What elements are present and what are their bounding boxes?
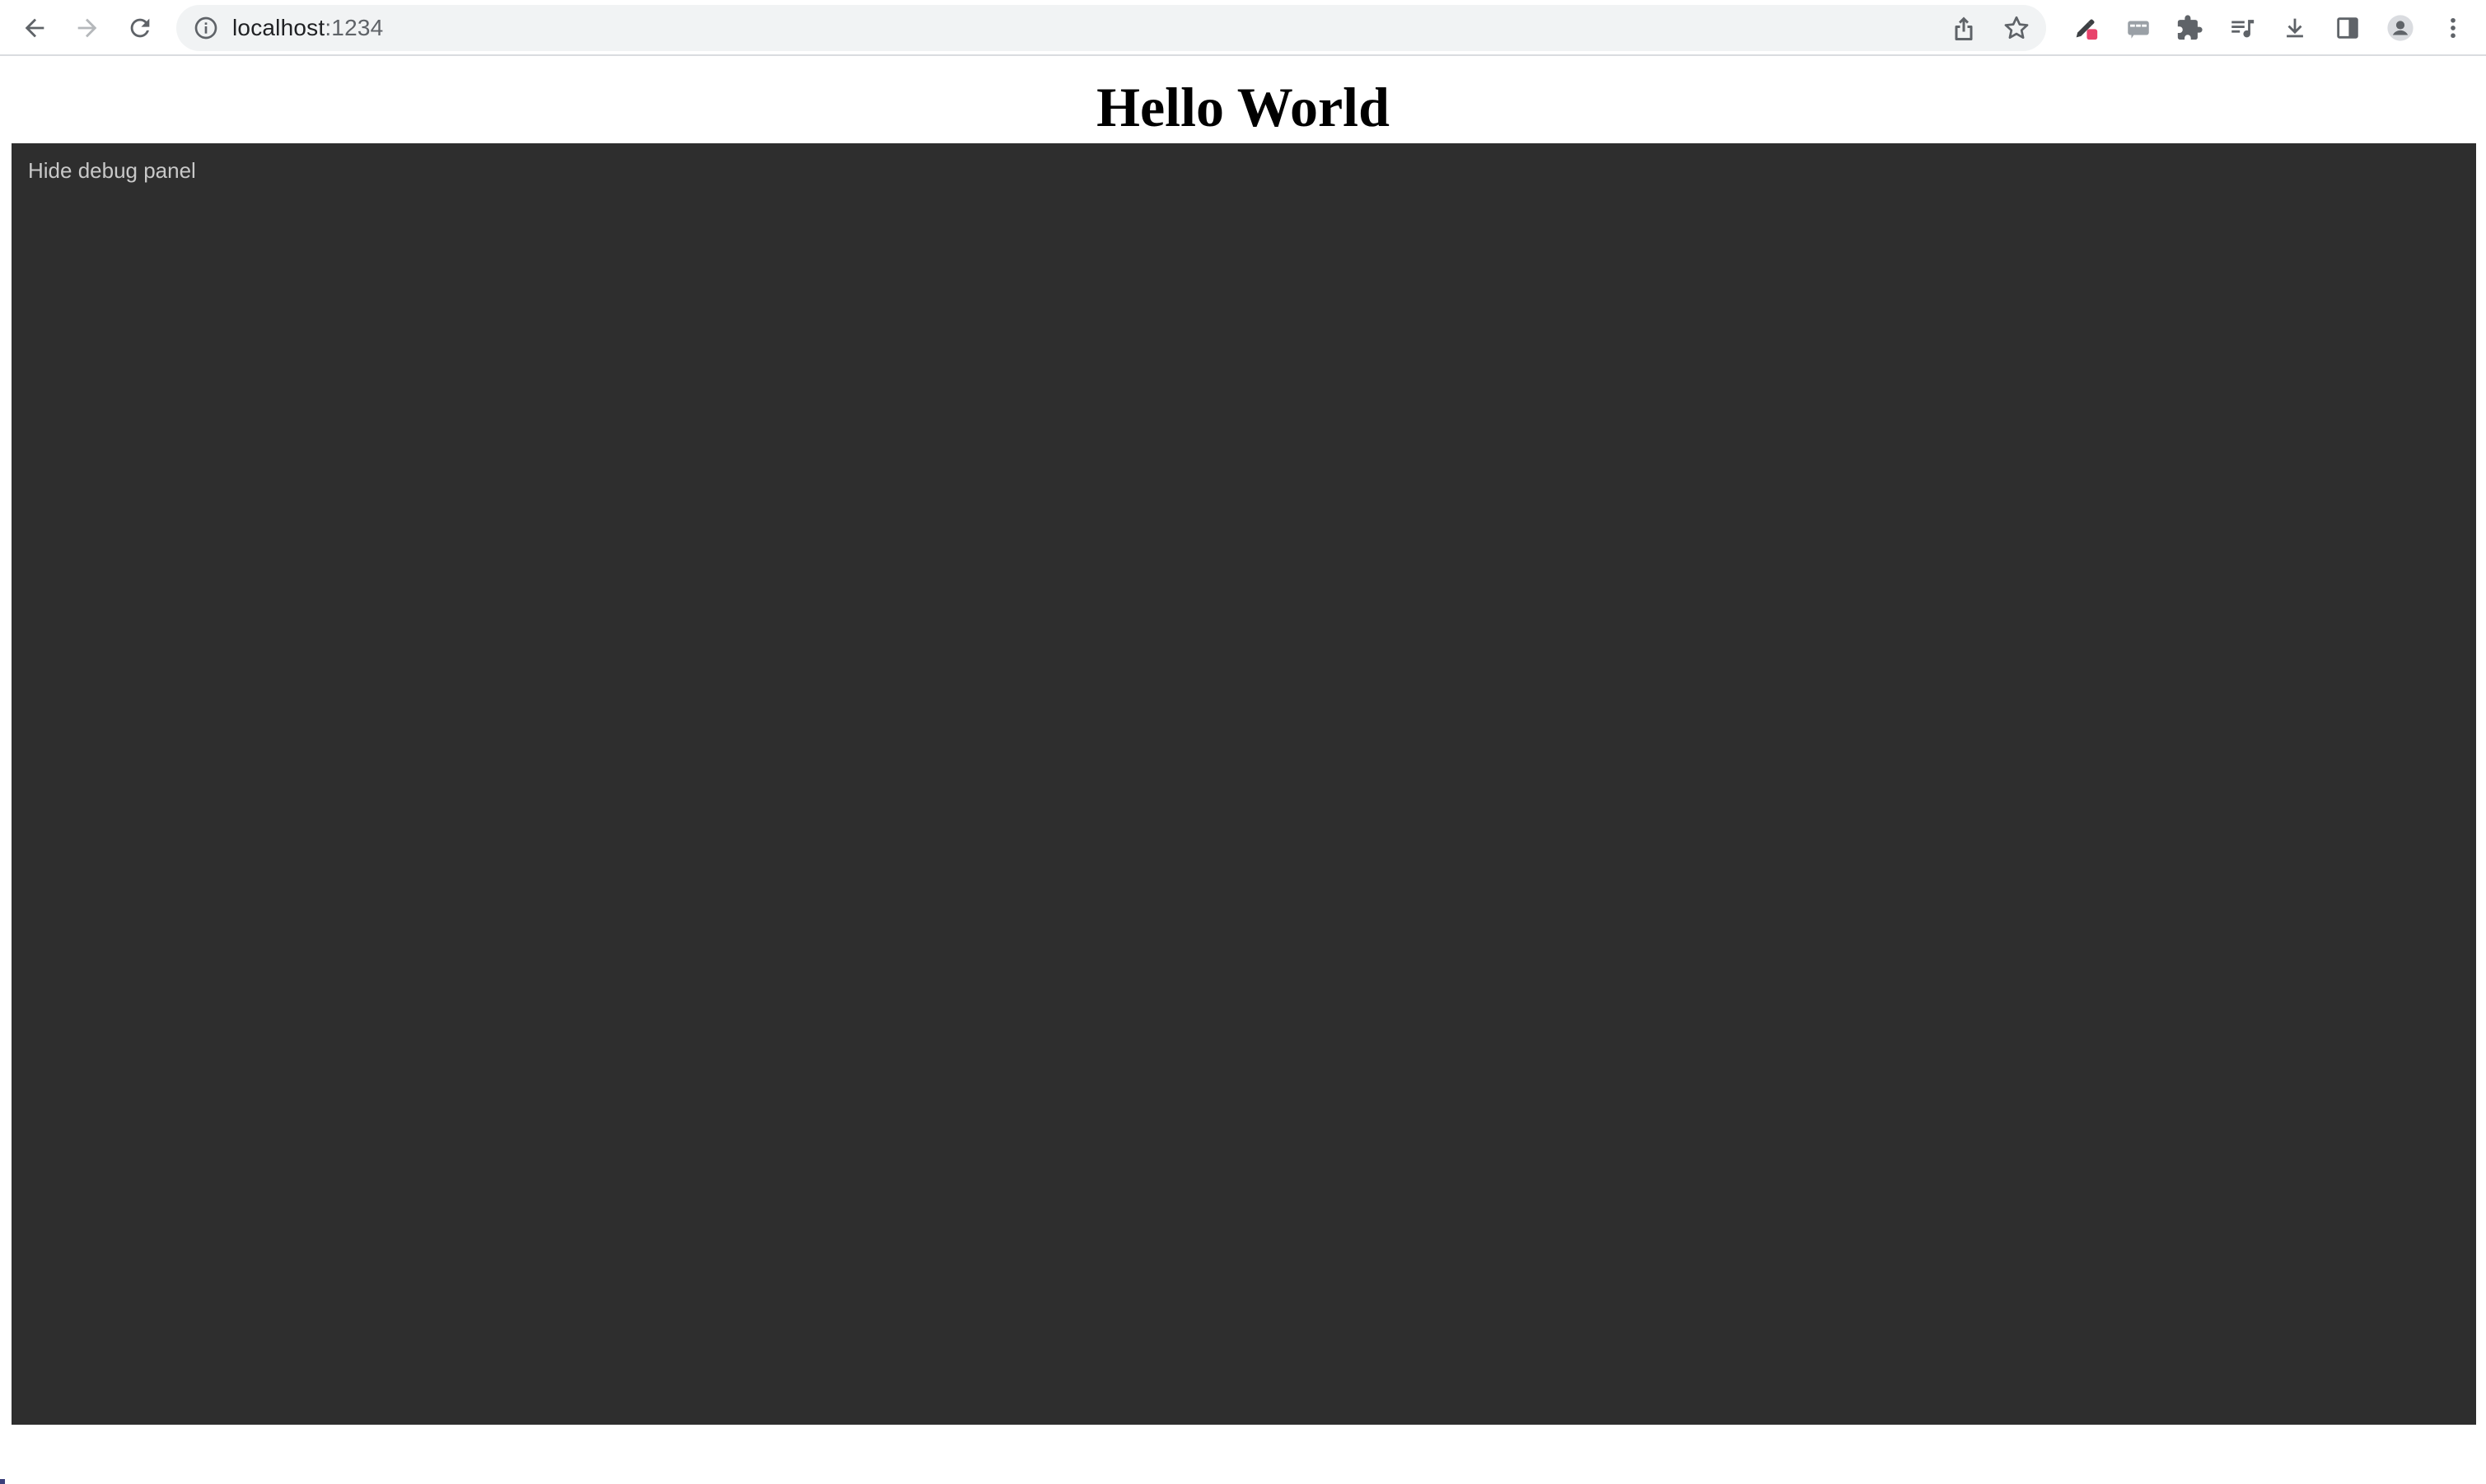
captions-extension-button[interactable]	[2119, 8, 2158, 48]
side-panel-button[interactable]	[2328, 8, 2367, 48]
reload-icon	[130, 18, 150, 38]
browser-menu-button[interactable]	[2433, 8, 2473, 48]
share-icon[interactable]	[1949, 13, 1979, 43]
window-corner	[0, 1479, 5, 1484]
downloads-button[interactable]	[2275, 8, 2315, 48]
hide-debug-panel-button[interactable]: Hide debug panel	[28, 158, 196, 184]
debug-panel: Hide debug panel	[12, 143, 2476, 1425]
url-port: :1234	[325, 15, 384, 40]
side-panel-icon	[2337, 17, 2358, 39]
profile-avatar-icon	[2387, 15, 2414, 41]
more-vert-icon	[2451, 17, 2456, 39]
media-control-button[interactable]	[2222, 8, 2262, 48]
eyedropper-extension-button[interactable]	[2066, 8, 2105, 48]
url-text[interactable]: localhost:1234	[232, 5, 383, 51]
star-icon[interactable]	[2002, 13, 2031, 43]
puzzle-icon	[2177, 15, 2203, 40]
address-bar[interactable]: localhost:1234	[176, 5, 2046, 51]
page-title: Hello World	[1096, 76, 1390, 138]
captions-icon	[2128, 21, 2149, 39]
download-icon	[2287, 18, 2303, 38]
arrow-right-icon	[77, 18, 97, 38]
browser-toolbar: localhost:1234	[0, 0, 2486, 56]
arrow-left-icon	[25, 18, 44, 38]
url-host: localhost	[232, 15, 325, 40]
back-button[interactable]	[15, 8, 54, 48]
forward-button[interactable]	[68, 8, 107, 48]
info-icon[interactable]	[193, 15, 219, 41]
profile-button[interactable]	[2381, 8, 2420, 48]
media-queue-icon	[2231, 20, 2255, 38]
extensions-button[interactable]	[2170, 8, 2209, 48]
reload-button[interactable]	[120, 8, 160, 48]
eyedropper-icon	[2076, 19, 2098, 40]
